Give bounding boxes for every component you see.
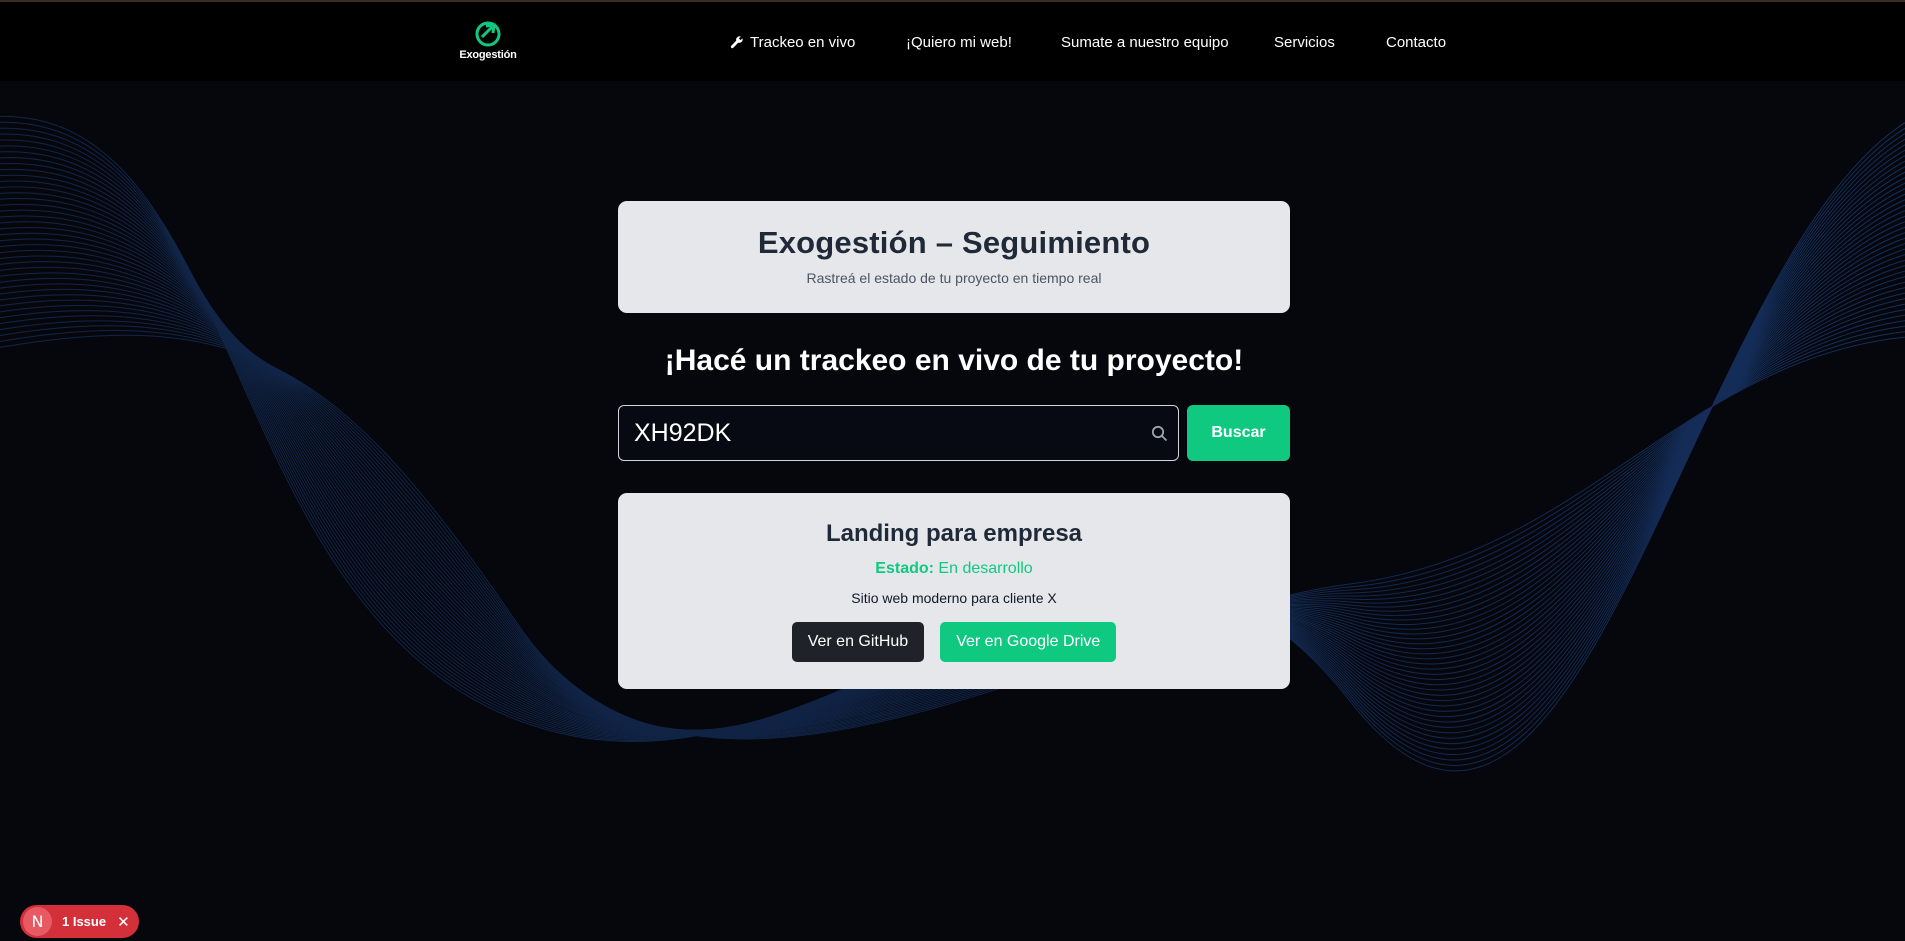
logo-text: Exogestión: [459, 49, 517, 61]
status-value: En desarrollo: [938, 560, 1033, 577]
top-navbar: Exogestión Trackeo en vivo ¡Quiero mi we…: [0, 0, 1905, 81]
nav-item-trackeo[interactable]: Trackeo en vivo: [730, 34, 855, 51]
nav-item-quiero-mi-web[interactable]: ¡Quiero mi web!: [906, 34, 1012, 51]
dev-issue-badge[interactable]: N 1 Issue ✕: [20, 905, 139, 938]
nav-item-servicios[interactable]: Servicios: [1274, 34, 1335, 51]
page-subtitle: Rastreá el estado de tu proyecto en tiem…: [806, 270, 1102, 286]
tracking-code-input[interactable]: [619, 406, 1178, 460]
nextjs-logo-icon: N: [23, 907, 52, 936]
header-card: Exogestión – Seguimiento Rastreá el esta…: [618, 201, 1290, 313]
status-label: Estado:: [875, 560, 934, 577]
project-description: Sitio web moderno para cliente X: [851, 590, 1057, 606]
github-button[interactable]: Ver en GitHub: [791, 622, 925, 662]
project-title: Landing para empresa: [825, 520, 1083, 547]
wrench-icon: [730, 36, 743, 49]
nav-item-label: Trackeo en vivo: [750, 34, 856, 51]
search-box: [618, 405, 1179, 461]
project-actions: Ver en GitHub Ver en Google Drive: [618, 622, 1290, 662]
nav-item-sumate[interactable]: Sumate a nuestro equipo: [1061, 34, 1229, 51]
issue-count-label: 1 Issue: [62, 914, 107, 929]
nav-item-contacto[interactable]: Contacto: [1386, 34, 1446, 51]
tracking-headline: ¡Hacé un trackeo en vivo de tu proyecto!: [664, 344, 1244, 377]
search-icon: [1151, 425, 1168, 442]
project-status: Estado: En desarrollo: [618, 560, 1290, 578]
logo-icon: [475, 21, 501, 47]
brand-logo[interactable]: Exogestión: [456, 18, 520, 64]
page-title: Exogestión – Seguimiento: [757, 225, 1151, 260]
search-button[interactable]: Buscar: [1187, 405, 1290, 461]
close-icon[interactable]: ✕: [117, 913, 130, 931]
google-drive-button[interactable]: Ver en Google Drive: [940, 622, 1117, 662]
project-result-card: Landing para empresa Estado: En desarrol…: [618, 493, 1290, 689]
